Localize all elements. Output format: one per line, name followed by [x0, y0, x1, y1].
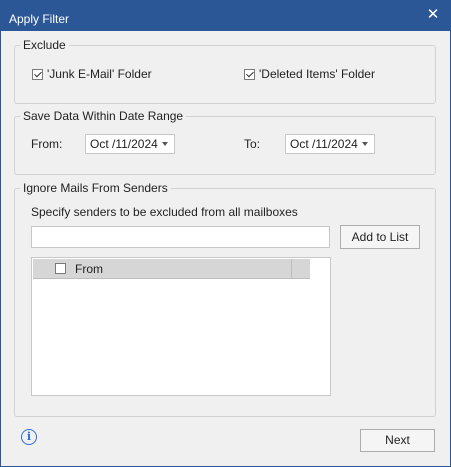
chevron-down-icon[interactable] — [162, 142, 168, 146]
column-divider — [291, 259, 292, 278]
from-date-value: Oct /11/2024 — [90, 137, 158, 151]
apply-filter-dialog: Apply Filter ✕ Exclude 'Junk E-Mail' Fol… — [0, 0, 451, 467]
exclude-legend: Exclude — [23, 38, 66, 52]
from-column-header[interactable]: From — [75, 262, 103, 276]
to-date-picker[interactable]: Oct /11/2024 — [285, 134, 375, 154]
title-bar: Apply Filter ✕ — [1, 1, 450, 31]
deleted-items-label: 'Deleted Items' Folder — [259, 67, 375, 81]
to-label: To: — [244, 137, 261, 151]
junk-email-label: 'Junk E-Mail' Folder — [47, 67, 152, 81]
ignore-senders-legend: Ignore Mails From Senders — [23, 181, 168, 195]
ignore-description: Specify senders to be excluded from all … — [31, 205, 298, 219]
from-date-picker[interactable]: Oct /11/2024 — [85, 134, 175, 154]
info-icon[interactable]: i — [21, 429, 37, 445]
chevron-down-icon[interactable] — [362, 142, 368, 146]
select-all-checkbox[interactable] — [55, 263, 66, 274]
dialog-title: Apply Filter — [9, 12, 70, 26]
next-button[interactable]: Next — [360, 429, 435, 452]
list-header: From — [33, 259, 310, 279]
sender-input[interactable] — [31, 226, 330, 248]
deleted-items-check-icon[interactable] — [244, 68, 255, 80]
date-range-legend: Save Data Within Date Range — [23, 109, 184, 123]
add-to-list-button[interactable]: Add to List — [340, 225, 420, 249]
to-date-value: Oct /11/2024 — [290, 137, 358, 151]
junk-email-check-icon[interactable] — [32, 68, 43, 80]
deleted-items-checkbox[interactable]: 'Deleted Items' Folder — [244, 67, 375, 81]
from-label: From: — [31, 137, 63, 151]
close-icon[interactable]: ✕ — [422, 4, 444, 26]
junk-email-checkbox[interactable]: 'Junk E-Mail' Folder — [32, 67, 152, 81]
senders-list[interactable]: From — [31, 257, 331, 396]
